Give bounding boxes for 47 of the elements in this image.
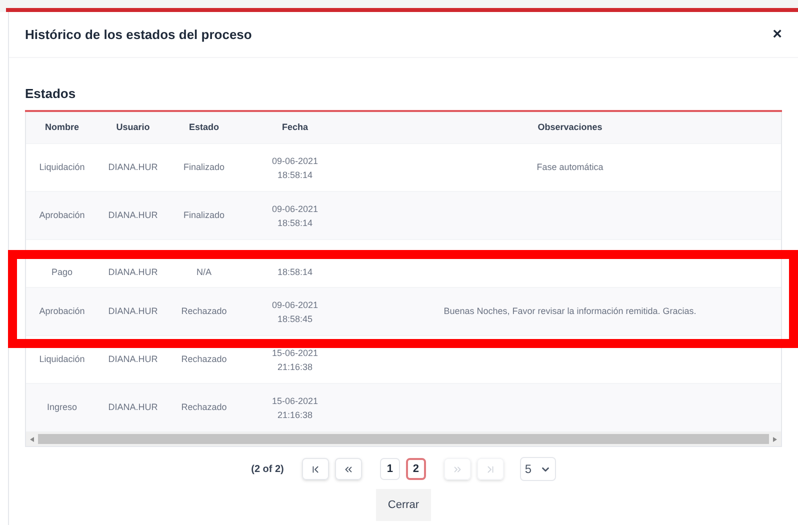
table-cell-text: N/A [196, 266, 212, 278]
page-summary: (2 of 2) [251, 462, 284, 476]
table-cell-text: Ingreso [46, 400, 78, 414]
table-cell-text: 09-06-2021 18:58:14 [270, 154, 320, 182]
scroll-left-icon [30, 436, 34, 442]
rows-per-page-select[interactable]: 5 [520, 457, 556, 481]
table-cell-text: Rechazado [181, 352, 227, 366]
previous-page-button[interactable] [334, 458, 362, 480]
table-cell-text: Aprobación [39, 304, 85, 318]
table-cell-text: 09-06-2021 18:58:45 [270, 298, 320, 326]
close-dialog-button[interactable]: Cerrar [376, 489, 432, 521]
first-page-button[interactable] [302, 458, 329, 480]
column-header: Observaciones [538, 120, 602, 134]
table-cell-text: Liquidación [39, 160, 85, 174]
table-cell-text: DIANA.HUR [108, 400, 158, 414]
table-cell: Pago [51, 266, 73, 279]
scroll-right-icon [773, 436, 777, 442]
close-button[interactable]: × [772, 26, 782, 42]
table-cell-text: 15-06-2021 21:16:38 [270, 346, 320, 374]
page-button[interactable]: 2 [406, 458, 426, 480]
table-cell-text: DIANA.HUR [108, 352, 158, 366]
table-cell-text: Finalizado [183, 208, 225, 222]
table-cell-text: DIANA.HUR [108, 160, 158, 174]
column-header: Estado [188, 120, 219, 134]
table-cell-text: Buenas Noches, Favor revisar la información remitida. Gracias. [444, 304, 696, 318]
table-cell-text: Finalizado [183, 160, 225, 174]
table-cell-text: Rechazado [181, 304, 227, 318]
column-header: Fecha [282, 120, 308, 134]
table-cell-text: DIANA.HUR [108, 304, 158, 318]
table-cell-text: Aprobación [39, 208, 85, 222]
table-cell-text: DIANA.HUR [108, 208, 158, 222]
table-cell-text: 18:58:14 [276, 266, 314, 279]
page-button[interactable]: 1 [380, 458, 400, 480]
table-cell-text: 15-06-2021 21:16:38 [270, 394, 320, 422]
column-header: Nombre [44, 120, 79, 134]
previous-page-icon [342, 464, 354, 474]
table-cell-text: Fase automática [536, 160, 604, 174]
table-cell-text: Rechazado [181, 400, 227, 414]
next-page-icon [452, 464, 463, 474]
table-cell-text: Liquidación [39, 352, 85, 366]
column-header: Usuario [116, 120, 150, 134]
horizontal-scrollbar[interactable] [26, 432, 781, 446]
section-title: Estados [25, 86, 76, 101]
dialog-title: Histórico de los estados del proceso [25, 26, 252, 44]
last-page-icon [484, 464, 496, 474]
table-cell-text: DIANA.HUR [108, 266, 158, 278]
table-cell-text: 09-06-2021 18:58:14 [270, 202, 320, 230]
